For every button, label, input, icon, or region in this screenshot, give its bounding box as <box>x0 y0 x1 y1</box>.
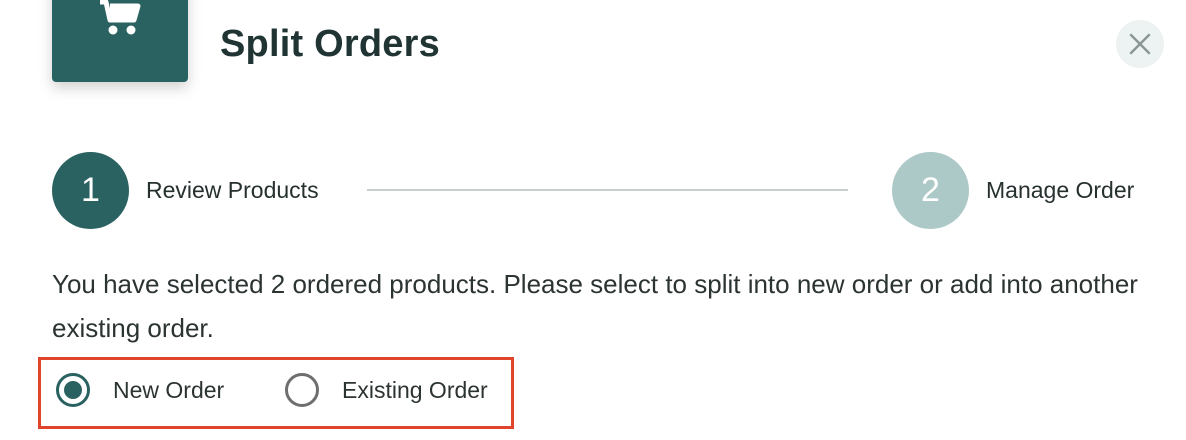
radio-button-checked[interactable] <box>56 373 90 407</box>
step-review-products: 1 Review Products <box>52 152 319 229</box>
split-option-radio-group: New Order Existing Order <box>38 357 514 429</box>
instruction-text: You have selected 2 ordered products. Pl… <box>52 269 1138 343</box>
step-label: Manage Order <box>986 177 1135 203</box>
step-manage-order: 2 Manage Order <box>892 152 1134 229</box>
radio-option-new-order[interactable]: New Order <box>56 373 224 407</box>
step-label: Review Products <box>146 177 319 203</box>
step-connector <box>367 189 848 191</box>
step-number-badge: 2 <box>892 152 969 229</box>
radio-label-existing-order[interactable]: Existing Order <box>342 377 488 404</box>
dialog-title: Split Orders <box>220 23 440 65</box>
radio-button-unchecked[interactable] <box>285 373 319 407</box>
radio-option-existing-order[interactable]: Existing Order <box>285 373 488 407</box>
header-icon-tile <box>52 0 188 82</box>
close-button[interactable] <box>1116 20 1164 68</box>
radio-label-new-order[interactable]: New Order <box>113 377 224 404</box>
shopping-cart-icon <box>100 0 141 35</box>
close-icon[interactable] <box>1129 33 1151 55</box>
step-number-badge: 1 <box>52 152 129 229</box>
